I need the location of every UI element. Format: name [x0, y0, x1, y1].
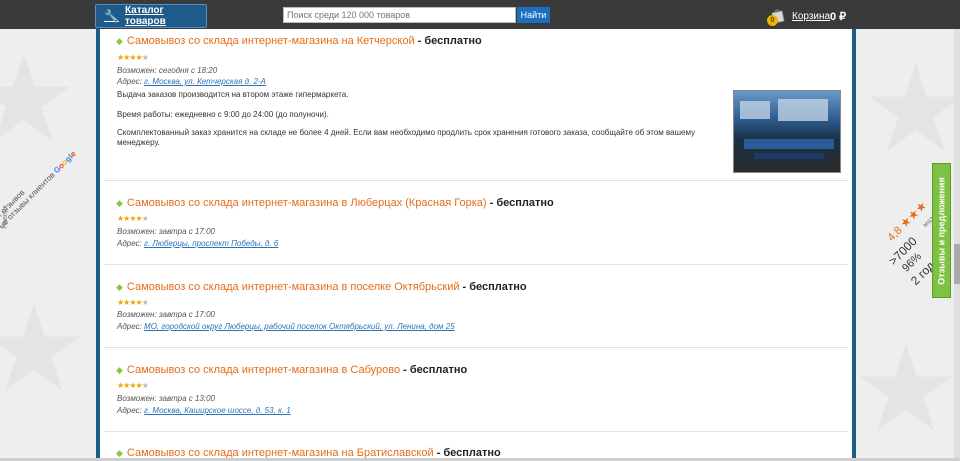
- pickup-point-title[interactable]: ◆ Самовывоз со склада интернет-магазина в…: [116, 197, 554, 209]
- feedback-tab[interactable]: Отзывы и предложения: [932, 163, 951, 298]
- decorative-star-icon: ★: [0, 282, 88, 416]
- pickup-point-card: ◆ Самовывоз со склада интернет-магазина в…: [104, 265, 848, 348]
- description-text: Выдача заказов производится на втором эт…: [117, 90, 349, 99]
- leaf-icon: ◆: [116, 36, 123, 46]
- page-scrollbar[interactable]: [954, 29, 960, 461]
- pickup-point-title[interactable]: ◆ Самовывоз со склада интернет-магазина в…: [116, 364, 467, 376]
- feedback-tab-label: Отзывы и предложения: [936, 176, 947, 285]
- rating-stars: ★★★★★: [117, 53, 149, 62]
- address-line: Адрес: г. Москва, ул. Кетчерская д. 2-А: [117, 77, 266, 86]
- top-navigation-bar: 🔧 Каталог товаров Найти 0 Корзина 0 ₽: [0, 0, 960, 29]
- catalog-button-label: Каталог товаров: [124, 5, 166, 27]
- availability-text: Возможен: завтра с 17:00: [117, 310, 215, 319]
- decorative-star-icon: ★: [862, 42, 960, 176]
- search-button[interactable]: Найти: [517, 7, 550, 23]
- scrollbar-thumb[interactable]: [954, 244, 960, 284]
- store-photo[interactable]: [733, 90, 841, 173]
- availability-text: Возможен: сегодня с 18:20: [117, 66, 218, 75]
- pickup-point-title[interactable]: ◆ Самовывоз со склада интернет-магазина в…: [116, 281, 527, 293]
- address-link[interactable]: г. Люберцы, проспект Победы, д. 6: [144, 239, 278, 248]
- address-line: Адрес: г. Москва, Каширское шоссе, д. 53…: [117, 406, 291, 415]
- address-line: Адрес: МО, городской округ Люберцы, рабо…: [117, 322, 455, 331]
- rating-widget[interactable]: 4,8 ★★★ >7000 96% 2 года маз: [880, 198, 942, 288]
- leaf-icon: ◆: [116, 448, 123, 458]
- leaf-icon: ◆: [116, 365, 123, 375]
- pickup-points-list: ◆ Самовывоз со склада интернет-магазина н…: [96, 29, 856, 461]
- pickup-point-card: ◆ Самовывоз со склада интернет-магазина н…: [104, 432, 848, 461]
- cart-total: 0 ₽: [830, 11, 847, 23]
- working-hours-text: Время работы: ежедневно с 9:00 до 24:00 …: [117, 110, 329, 119]
- decorative-star-icon: ★: [0, 32, 78, 166]
- pickup-point-title[interactable]: ◆ Самовывоз со склада интернет-магазина н…: [116, 35, 482, 47]
- scroll-to-top-link[interactable]: Наверх: [2, 205, 9, 229]
- address-line: Адрес: г. Люберцы, проспект Победы, д. 6: [117, 239, 279, 248]
- availability-text: Возможен: завтра с 13:00: [117, 394, 215, 403]
- storage-note-text: Скомплектованный заказ хранится на склад…: [117, 128, 696, 147]
- search-input[interactable]: [283, 7, 516, 23]
- pickup-point-card: ◆ Самовывоз со склада интернет-магазина в…: [104, 181, 848, 265]
- leaf-icon: ◆: [116, 198, 123, 208]
- cart-count-badge: 0: [767, 15, 778, 26]
- cart-link[interactable]: Корзина: [792, 11, 830, 22]
- address-link[interactable]: г. Москва, Каширское шоссе, д. 53, к. 1: [144, 406, 291, 415]
- rating-stars: ★★★★★: [117, 214, 149, 223]
- pickup-point-card: ◆ Самовывоз со склада интернет-магазина н…: [104, 29, 848, 181]
- pickup-point-card: ◆ Самовывоз со склада интернет-магазина в…: [104, 348, 848, 432]
- availability-text: Возможен: завтра с 17:00: [117, 227, 215, 236]
- leaf-icon: ◆: [116, 282, 123, 292]
- rating-stars: ★★★★★: [117, 298, 149, 307]
- address-link[interactable]: г. Москва, ул. Кетчерская д. 2-А: [144, 77, 266, 86]
- catalog-button[interactable]: 🔧 Каталог товаров: [95, 4, 207, 28]
- rating-stars: ★★★★★: [117, 381, 149, 390]
- left-background: ★ ★: [0, 29, 96, 461]
- decorative-star-icon: ★: [852, 322, 960, 456]
- address-link[interactable]: МО, городской округ Люберцы, рабочий пос…: [144, 322, 455, 331]
- tools-icon: 🔧: [104, 9, 119, 23]
